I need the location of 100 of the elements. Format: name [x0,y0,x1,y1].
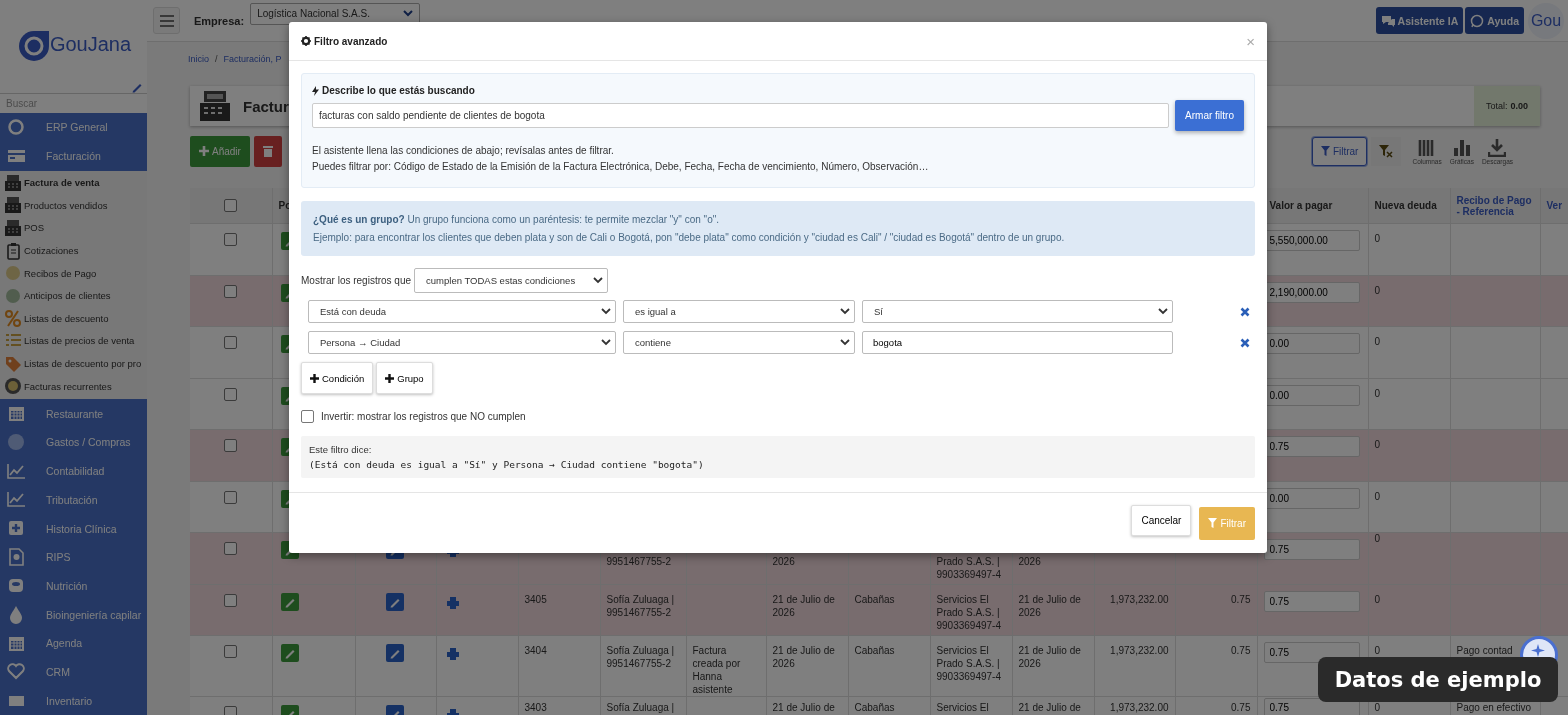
table-cell-text: Sofía Zuluaga | 9951467755-2 [606,644,676,670]
table-cell-text: Pago contad [1456,644,1514,657]
breadcrumb-link[interactable]: Inicio [188,54,209,64]
avatar[interactable]: Gou [1528,2,1564,39]
table-cell-text: Cabañas [854,644,896,657]
sidebar-item[interactable]: Gastos / Compras [0,428,147,457]
summary-text: (Está con deuda es igual a "Sí" y Persona → Ciudad contiene "bogota") [309,459,705,470]
info-text: ¿Qué es un grupo? Un grupo funciona como un paréntesis: te permite mezclar "y" con "o". [313,213,721,226]
sidebar-item[interactable]: Contabilidad [0,456,147,486]
table-cell-text: Servicios El [936,701,990,714]
sidebar-item[interactable]: Facturación [0,141,147,171]
checkbox-label: Invertir: mostrar los registros que NO cumplen [321,411,526,422]
table-cell-text: 21 de Julio de [772,701,836,714]
column-header: Nueva deuda [1374,200,1437,211]
sidebar-item[interactable]: Tributación [0,485,147,515]
sidebar-subitem[interactable]: Anticipos de clientes [0,284,147,308]
info-text: Ejemplo: para encontrar los clientes que deben plata y son de Cali o Bogotá, pon "debe plata" como condición y "ciudad es Cali" / "ciudad es Bogotá" dentro de un grupo. [313,231,1066,244]
build-filter-button[interactable]: Armar filtro [1175,100,1244,131]
dialog-title: Filtro avanzado [314,35,388,47]
sample-data-badge: Datos de ejemplo [1318,657,1558,702]
sidebar-item[interactable]: CRM [0,657,147,687]
table-cell-text: 21 de Julio de 2026 [1018,644,1082,670]
logo-text: GouJana [49,33,132,57]
table-cell-text: Servicios El Prado S.A.S. | 9903369497-4 [936,592,1002,632]
sidebar-subitem[interactable]: Listas de descuento por pro [0,352,147,375]
table-cell-text: 0 [1374,532,1382,545]
value-field[interactable]: bogota [862,331,1173,354]
field-dropdown[interactable]: Persona → Ciudad [308,331,616,354]
add-group-button[interactable]: Grupo [376,362,433,394]
table-cell-text: 3404 [524,644,548,657]
sidebar-subitem[interactable]: Productos vendidos [0,194,147,217]
sidebar-item[interactable]: Agenda [0,628,147,658]
section-title: Describe lo que estás buscando [322,85,475,96]
table-cell-text: 9951467755-2 [606,555,672,568]
table-cell-text: Sofía Zuluaga | [606,701,676,714]
table-cell-text: 2026 [772,555,796,568]
total-label: Total: [1485,101,1508,111]
table-cell-text: 0 [1374,283,1382,297]
table-cell-text: 0 [1374,438,1382,451]
table-cell-text: 1,973,232.00 [1109,592,1169,606]
table-cell-text: 0 [1374,232,1382,245]
sidebar-subitem[interactable]: Factura de venta [0,171,147,195]
table-cell-text: Sofía Zuluaga | 9951467755-2 [606,592,676,619]
sidebar-subitem[interactable]: Cotizaciones [0,239,147,262]
help-button[interactable]: Ayuda [1465,7,1524,34]
summary-label: Este filtro dice: [309,444,373,455]
sidebar-subitem[interactable]: Recibos de Pago [0,261,147,285]
table-cell-text: 21 de Julio de 2026 [772,644,836,670]
hint-text: El asistente llena las condiciones de abajo; revísalas antes de filtrar. [312,144,615,157]
sidebar-subitem[interactable]: POS [0,216,147,240]
sidebar-subitem[interactable]: Listas de descuento [0,307,147,330]
total-value: 0.00 [1510,101,1528,111]
filter-button[interactable]: Filtrar [1311,136,1368,166]
table-cell-text: 1,973,232.00 [1109,701,1169,714]
company-label: Empresa: [194,14,245,27]
table-cell-text: 2026 [1018,555,1042,568]
assistant-button[interactable]: Asistente IA [1375,7,1464,34]
table-cell-text: 21 de Julio de 2026 [772,592,836,619]
table-cell-text: 0 [1374,489,1382,503]
page-title: Factur [243,97,289,115]
description-field[interactable]: facturas con saldo pendiente de clientes de bogota [312,103,1170,128]
match-dropdown[interactable]: cumplen TODAS estas condiciones [414,268,609,293]
column-header: Valor a pagar [1269,200,1333,211]
sidebar-subitem[interactable]: Facturas recurrentes [0,374,147,398]
value-dropdown[interactable]: Sí [862,300,1173,323]
table-cell-text: 0 [1374,386,1382,400]
add-button[interactable]: Añadir [190,135,250,167]
table-cell-text: 0 [1374,701,1382,714]
sidebar-item[interactable]: Inventario [0,686,147,715]
table-cell-text: 0.75 [1230,592,1251,606]
operator-dropdown[interactable]: contiene [623,331,855,354]
field-dropdown[interactable]: Está con deuda [308,300,616,323]
sidebar-item[interactable]: Nutrición [0,571,147,601]
sidebar-subitem[interactable]: Listas de precios de venta [0,329,147,353]
sidebar-item[interactable]: Bioingeniería capilar [0,600,147,629]
table-cell-text: 0 [1374,644,1382,657]
table-cell-text: 0.75 [1230,644,1251,657]
sidebar-item[interactable]: Restaurante [0,399,147,429]
breadcrumb-link[interactable]: Facturación, P [223,54,282,64]
breadcrumb-separator: / [215,54,218,64]
column-header-link[interactable]: Ver [1546,200,1563,211]
company-dropdown[interactable]: Logística Nacional S.A.S. [250,2,421,25]
operator-dropdown[interactable]: es igual a [623,300,855,323]
add-condition-button[interactable]: Condición [301,362,374,394]
table-cell-text: 1,973,232.00 [1109,644,1169,657]
table-cell-text: 3403 [524,701,548,714]
close-button[interactable]: × [1246,32,1255,50]
amount-field[interactable]: 0.75 [1263,590,1360,612]
table-cell-text: Prado S.A.S. | 9903369497-4 [936,555,1002,581]
table-cell-text: Factura creada por Hanna asistente [692,644,742,696]
table-cell-text: Pago en efectivo [1456,701,1532,714]
amount-field[interactable]: 0.75 [1263,539,1360,560]
sidebar-item[interactable]: Historia Clínica [0,514,147,543]
table-cell-text: 21 de Julio de 2026 [1018,592,1082,619]
sidebar-item[interactable]: ERP General [0,113,147,142]
table-cell-text: 0 [1374,335,1382,348]
table-cell-text: 21 de Julio de [1018,701,1082,714]
cancel-button[interactable]: Cancelar [1131,504,1192,536]
sidebar-item[interactable]: RIPS [0,542,147,572]
table-cell-text: Cabañas [854,701,896,714]
